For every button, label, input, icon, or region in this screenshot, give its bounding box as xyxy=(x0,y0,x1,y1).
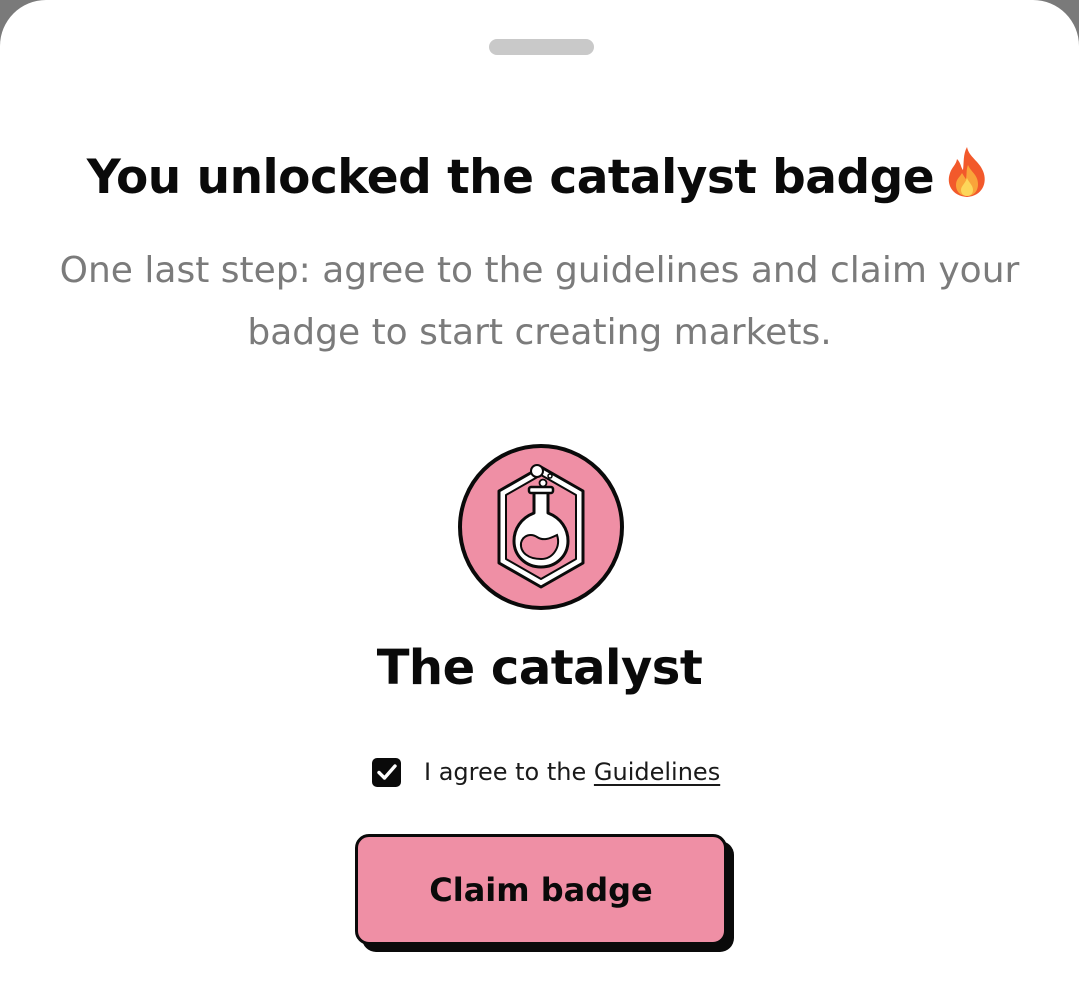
bottom-sheet: You unlocked the catalyst badge One last… xyxy=(0,0,1079,996)
agreement-row: I agree to the Guidelines xyxy=(372,756,720,788)
flask-icon xyxy=(458,444,624,610)
claim-badge-button[interactable]: Claim badge xyxy=(355,834,727,945)
claim-button-container: Claim badge xyxy=(355,834,734,952)
title-text: You unlocked the catalyst badge xyxy=(86,150,935,205)
guidelines-link[interactable]: Guidelines xyxy=(594,758,720,786)
badge-icon xyxy=(457,443,625,611)
sheet-title: You unlocked the catalyst badge xyxy=(0,145,1079,211)
sheet-subtitle: One last step: agree to the guidelines a… xyxy=(59,250,1020,353)
drag-handle[interactable] xyxy=(489,39,594,55)
guidelines-checkbox[interactable] xyxy=(372,757,401,787)
agreement-label: I agree to the Guidelines xyxy=(424,758,720,786)
badge-name: The catalyst xyxy=(376,640,703,696)
checkmark-icon xyxy=(376,764,397,780)
agreement-text: I agree to the xyxy=(424,758,587,786)
fire-icon xyxy=(942,145,992,211)
